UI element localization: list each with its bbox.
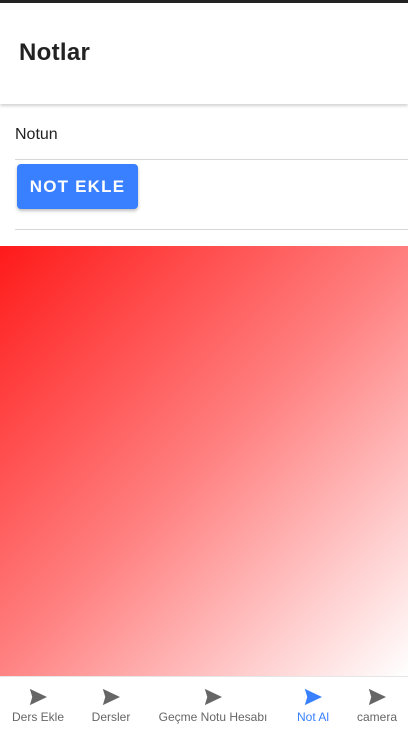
send-icon [367,688,387,706]
tab-label: Not Al [296,710,329,724]
send-icon [303,688,323,706]
bottom-tab-bar: Ders Ekle Dersler Geçme Notu Hesabı Not … [0,676,408,732]
tab-label: camera [356,710,397,724]
add-note-button[interactable]: NOT EKLE [17,164,138,209]
tab-label: Dersler [91,710,131,724]
send-icon [203,688,223,706]
page-title: Notlar [19,39,91,66]
tab-label: Ders Ekle [11,710,64,724]
app-screen: Notlar NOT EKLE Ders Ekle Dersler Geçme … [0,0,408,732]
divider [15,229,408,230]
tab-camera[interactable]: camera [350,677,404,732]
send-icon [28,688,48,706]
tab-not-al[interactable]: Not Al [288,677,338,732]
note-input[interactable] [15,110,408,160]
send-icon [101,688,121,706]
tab-label: Geçme Notu Hesabı [158,710,268,724]
tab-dersler[interactable]: Dersler [84,677,138,732]
gradient-canvas [0,246,408,676]
header-toolbar: Notlar [0,3,408,104]
tab-ders-ekle[interactable]: Ders Ekle [6,677,70,732]
tab-gecme-notu-hesabi[interactable]: Geçme Notu Hesabı [154,677,272,732]
